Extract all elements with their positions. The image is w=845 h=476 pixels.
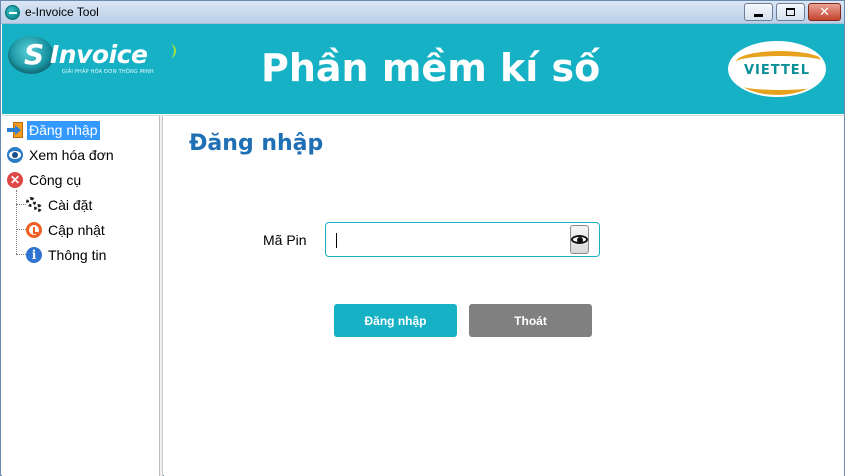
app-logo-icon: [5, 5, 20, 20]
tree-item-info[interactable]: i Thông tin: [26, 245, 108, 265]
minimize-icon: [754, 13, 763, 17]
title-bar[interactable]: e-Invoice Tool ✕: [1, 1, 844, 24]
tree-item-label: Công cụ: [29, 171, 82, 188]
viettel-logo-text: VIETTEL: [744, 63, 810, 78]
tree-item-label: Thông tin: [48, 246, 107, 263]
tree-item-label: Đăng nhập: [27, 120, 100, 140]
header-banner: S Invoice GIẢI PHÁP HÓA ĐƠN THÔNG MINH P…: [2, 24, 844, 114]
navigation-tree: Đăng nhập Xem hóa đơn ✕ Công cụ Cài đặt …: [2, 115, 160, 476]
tree-connector: [16, 254, 26, 255]
viettel-logo-ring: VIETTEL: [728, 41, 826, 97]
minimize-button[interactable]: [744, 3, 773, 21]
login-button[interactable]: Đăng nhập: [334, 304, 457, 337]
pin-input[interactable]: [334, 229, 564, 251]
sinvoice-logo: S Invoice GIẢI PHÁP HÓA ĐƠN THÔNG MINH: [6, 32, 176, 82]
close-button[interactable]: ✕: [808, 3, 841, 21]
info-icon: i: [26, 247, 42, 263]
eye-icon: [7, 147, 23, 163]
tools-icon: ✕: [7, 172, 23, 188]
show-pin-button[interactable]: [570, 225, 589, 254]
login-panel: Đăng nhập Mã Pin Đăng nhập Thoát: [164, 115, 844, 476]
tree-item-login[interactable]: Đăng nhập: [7, 120, 100, 140]
sinvoice-logo-word: Invoice: [50, 40, 148, 69]
window-title: e-Invoice Tool: [25, 5, 99, 19]
login-icon: [7, 122, 23, 138]
viettel-logo: VIETTEL: [726, 39, 830, 99]
tree-item-label: Xem hóa đơn: [29, 146, 114, 163]
maximize-icon: [786, 8, 795, 16]
tree-connector: [16, 229, 26, 230]
maximize-button[interactable]: [776, 3, 805, 21]
app-window: e-Invoice Tool ✕ S Invoice GIẢI PHÁP HÓA…: [0, 0, 845, 476]
sinvoice-logo-letter: S: [24, 38, 45, 71]
tree-item-label: Cập nhật: [48, 221, 105, 238]
gears-icon: [26, 197, 42, 213]
tree-item-view-invoice[interactable]: Xem hóa đơn: [7, 145, 116, 165]
sinvoice-logo-tagline: GIẢI PHÁP HÓA ĐƠN THÔNG MINH: [62, 69, 154, 75]
update-icon: [26, 222, 42, 238]
exit-button[interactable]: Thoát: [469, 304, 592, 337]
eye-pupil: [577, 237, 583, 243]
page-title: Đăng nhập: [189, 131, 324, 156]
app-heading: Phần mềm kí số: [261, 46, 601, 90]
tree-connector: [16, 190, 17, 254]
tree-connector: [16, 204, 26, 205]
signal-arc-icon: [164, 44, 176, 58]
tree-item-update[interactable]: Cập nhật: [26, 220, 107, 240]
tree-item-settings[interactable]: Cài đặt: [26, 195, 94, 215]
text-cursor: [336, 233, 337, 248]
tree-item-label: Cài đặt: [48, 196, 93, 213]
pin-field[interactable]: [325, 222, 600, 257]
pin-label: Mã Pin: [263, 232, 307, 248]
close-icon: ✕: [819, 4, 830, 20]
panel-splitter[interactable]: [160, 115, 163, 476]
tree-item-tools[interactable]: ✕ Công cụ: [7, 170, 83, 190]
